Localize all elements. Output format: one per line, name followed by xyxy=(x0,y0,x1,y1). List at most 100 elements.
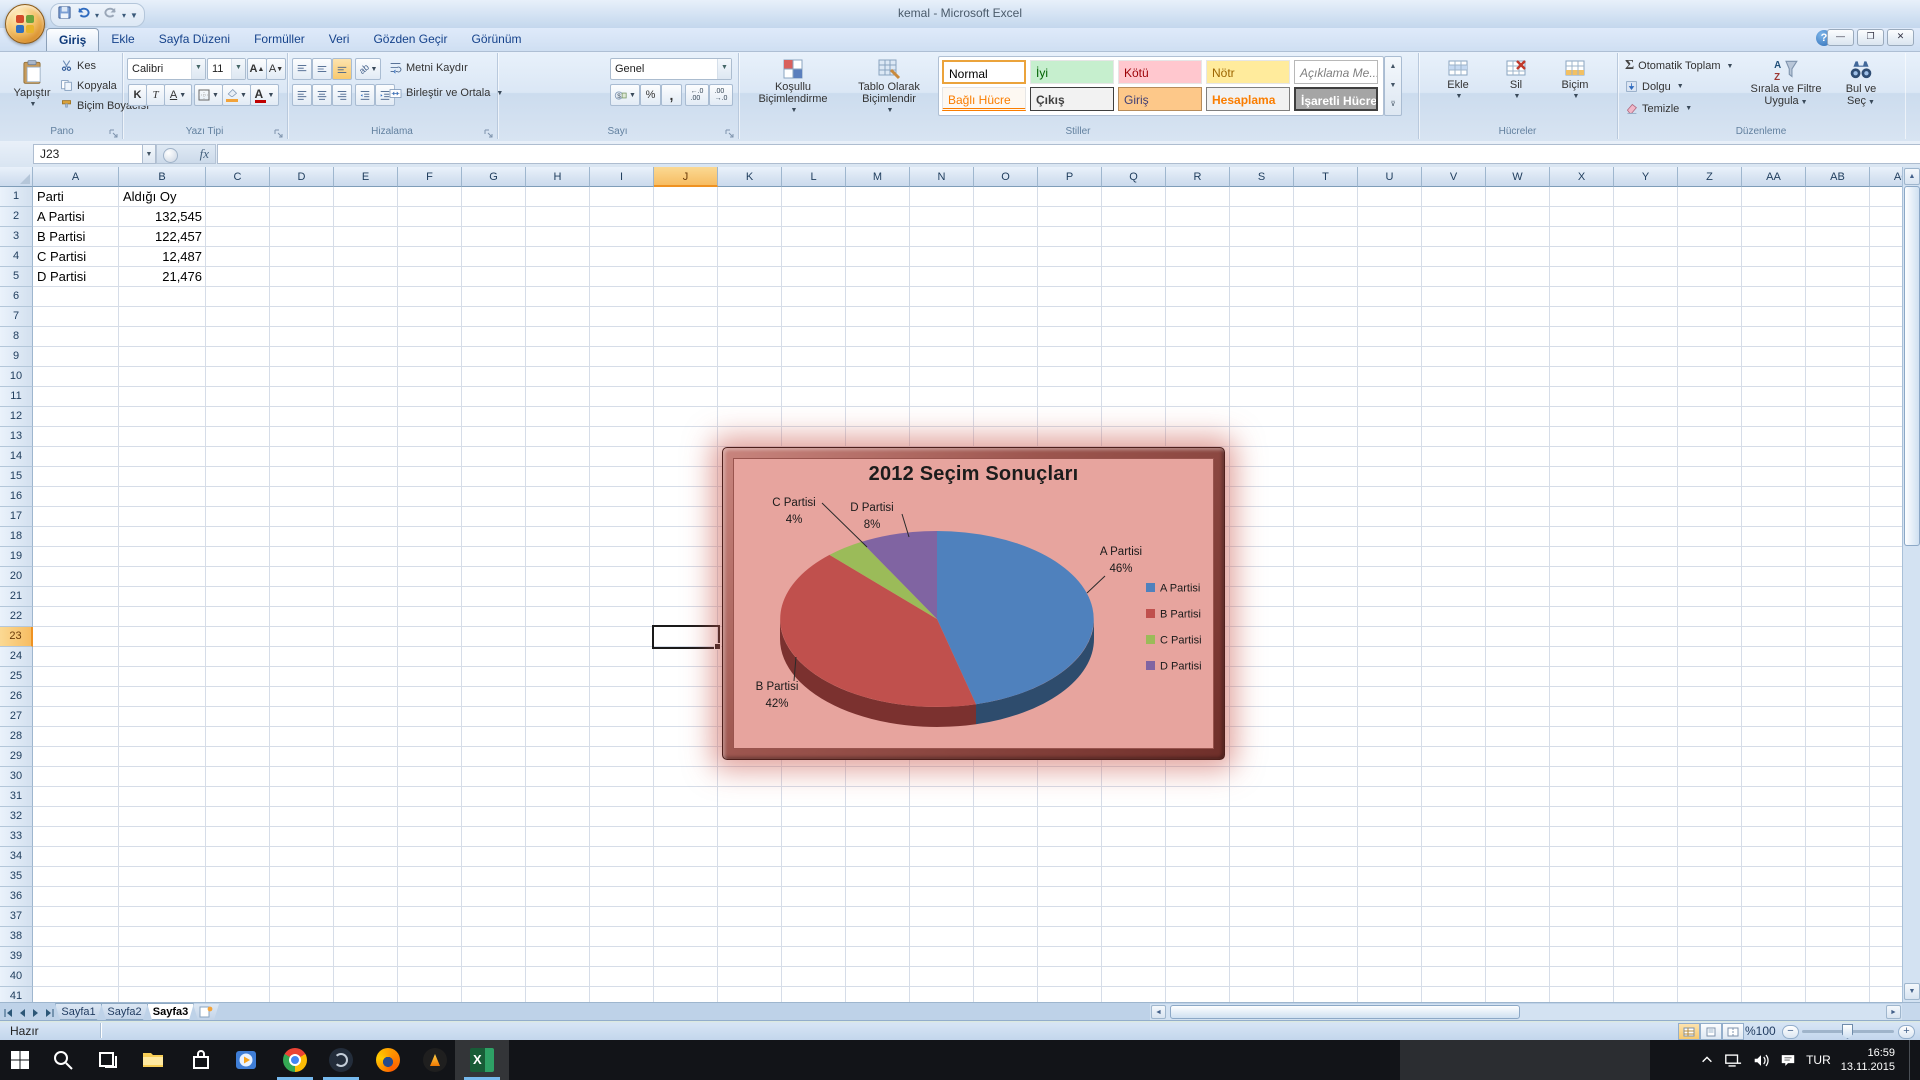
row-header-37[interactable]: 37 xyxy=(0,907,33,927)
redo-dropdown-icon[interactable]: ▾ xyxy=(122,11,126,20)
taskbar-store-icon[interactable] xyxy=(189,1048,213,1072)
borders-button[interactable]: ▼ xyxy=(194,84,223,106)
row-header-3[interactable]: 3 xyxy=(0,227,33,247)
decrease-indent-button[interactable] xyxy=(355,84,375,106)
taskbar-aimp-icon[interactable] xyxy=(423,1048,447,1072)
grow-font-button[interactable]: A▲ xyxy=(247,58,267,80)
accounting-format-button[interactable]: $ ▼ xyxy=(610,84,640,106)
column-header-L[interactable]: L xyxy=(782,167,846,187)
increase-decimal-button[interactable]: ←.0.00 xyxy=(685,84,709,106)
column-header-AB[interactable]: AB xyxy=(1806,167,1870,187)
scroll-up-icon[interactable]: ▲ xyxy=(1904,168,1920,185)
save-icon[interactable] xyxy=(57,5,72,25)
tab-veri[interactable]: Veri xyxy=(317,28,362,51)
align-left-button[interactable] xyxy=(292,84,312,106)
column-header-C[interactable]: C xyxy=(206,167,270,187)
row-header-31[interactable]: 31 xyxy=(0,787,33,807)
format-cells-button[interactable]: Biçim ▼ xyxy=(1546,56,1604,122)
column-header-V[interactable]: V xyxy=(1422,167,1486,187)
insert-sheet-button[interactable] xyxy=(193,1004,219,1020)
italic-button[interactable]: T xyxy=(146,84,165,106)
align-center-button[interactable] xyxy=(312,84,332,106)
row-header-14[interactable]: 14 xyxy=(0,447,33,467)
data-cell-B5[interactable]: 21,476 xyxy=(119,267,206,287)
row-header-23[interactable]: 23 xyxy=(0,627,33,647)
select-all-corner[interactable] xyxy=(0,167,33,187)
last-sheet-icon[interactable] xyxy=(44,1005,56,1018)
tab-giriş[interactable]: Giriş xyxy=(46,28,99,51)
row-header-4[interactable]: 4 xyxy=(0,247,33,267)
row-header-26[interactable]: 26 xyxy=(0,687,33,707)
row-header-28[interactable]: 28 xyxy=(0,727,33,747)
row-header-36[interactable]: 36 xyxy=(0,887,33,907)
normal-view-icon[interactable] xyxy=(1678,1023,1700,1040)
clear-button[interactable]: Temizle ▼ xyxy=(1625,102,1692,115)
cell-style-Normal[interactable]: Normal xyxy=(942,60,1026,84)
scroll-left-icon[interactable]: ◄ xyxy=(1151,1005,1166,1019)
row-header-10[interactable]: 10 xyxy=(0,367,33,387)
number-format-select[interactable]: Genel ▼ xyxy=(610,58,732,80)
copy-button[interactable]: Kopyala xyxy=(60,79,117,92)
underline-button[interactable]: A▼ xyxy=(164,84,192,106)
scroll-down-icon[interactable]: ▼ xyxy=(1904,983,1920,1000)
fill-color-button[interactable]: ▼ xyxy=(222,84,251,106)
tab-gözden-geçir[interactable]: Gözden Geçir xyxy=(361,28,459,51)
row-header-18[interactable]: 18 xyxy=(0,527,33,547)
taskbar-media-player-icon[interactable] xyxy=(234,1048,258,1072)
taskbar-task-view-icon[interactable] xyxy=(96,1048,120,1072)
decrease-decimal-button[interactable]: .00→.0 xyxy=(709,84,733,106)
column-header-H[interactable]: H xyxy=(526,167,590,187)
cell-style-Hesaplama[interactable]: Hesaplama xyxy=(1206,87,1290,111)
cut-button[interactable]: Kes xyxy=(60,59,96,72)
row-header-11[interactable]: 11 xyxy=(0,387,33,407)
message-icon[interactable] xyxy=(1780,1053,1796,1068)
column-header-U[interactable]: U xyxy=(1358,167,1422,187)
taskbar-file-explorer-icon[interactable] xyxy=(141,1048,165,1072)
row-header-27[interactable]: 27 xyxy=(0,707,33,727)
fx-icon[interactable]: fx xyxy=(200,146,209,162)
column-header-Q[interactable]: Q xyxy=(1102,167,1166,187)
clock[interactable]: 16:59 13.11.2015 xyxy=(1841,1046,1895,1074)
column-header-A[interactable]: A xyxy=(33,167,119,187)
taskbar-excel-icon[interactable]: X xyxy=(470,1048,494,1072)
cell-style-Bağlı Hücre[interactable]: Bağlı Hücre xyxy=(942,87,1026,111)
conditional-formatting-button[interactable]: Koşullu Biçimlendirme ▼ xyxy=(746,56,840,122)
font-size-select[interactable]: 11 ▼ xyxy=(207,58,246,80)
sheet-tab-Sayfa1[interactable]: Sayfa1 xyxy=(55,1003,102,1020)
data-cell-A3[interactable]: B Partisi xyxy=(33,227,119,247)
vertical-scroll-thumb[interactable] xyxy=(1904,186,1920,546)
taskbar-chrome-icon[interactable] xyxy=(283,1048,307,1072)
column-header-E[interactable]: E xyxy=(334,167,398,187)
align-top-button[interactable] xyxy=(292,58,312,80)
row-header-9[interactable]: 9 xyxy=(0,347,33,367)
row-header-6[interactable]: 6 xyxy=(0,287,33,307)
data-cell-A2[interactable]: A Partisi xyxy=(33,207,119,227)
name-box-dropdown-icon[interactable]: ▼ xyxy=(142,144,156,164)
horizontal-scrollbar[interactable]: ◄ ► xyxy=(1150,1004,1902,1020)
taskbar-firefox-icon[interactable] xyxy=(376,1048,400,1072)
horizontal-scroll-thumb[interactable] xyxy=(1170,1005,1520,1019)
office-button[interactable] xyxy=(5,4,45,44)
close-icon[interactable]: ✕ xyxy=(1887,29,1914,46)
bold-button[interactable]: K xyxy=(128,84,147,106)
row-header-29[interactable]: 29 xyxy=(0,747,33,767)
row-header-7[interactable]: 7 xyxy=(0,307,33,327)
row-header-22[interactable]: 22 xyxy=(0,607,33,627)
zoom-slider-thumb[interactable] xyxy=(1842,1024,1853,1039)
clipboard-dialog-launcher-icon[interactable] xyxy=(109,126,119,136)
column-header-K[interactable]: K xyxy=(718,167,782,187)
row-header-30[interactable]: 30 xyxy=(0,767,33,787)
cell-style-Çıkış[interactable]: Çıkış xyxy=(1030,87,1114,111)
cell-style-Giriş[interactable]: Giriş xyxy=(1118,87,1202,111)
data-cell-B1[interactable]: Aldığı Oy xyxy=(119,187,206,207)
row-header-34[interactable]: 34 xyxy=(0,847,33,867)
align-bottom-button[interactable] xyxy=(332,58,352,80)
data-cell-B4[interactable]: 12,487 xyxy=(119,247,206,267)
data-cell-B3[interactable]: 122,457 xyxy=(119,227,206,247)
formula-input[interactable] xyxy=(217,144,1920,164)
fill-button[interactable]: Dolgu ▼ xyxy=(1625,80,1684,93)
font-family-select[interactable]: Calibri ▼ xyxy=(127,58,206,80)
row-header-32[interactable]: 32 xyxy=(0,807,33,827)
taskbar-search-icon[interactable] xyxy=(51,1048,75,1072)
network-icon[interactable] xyxy=(1724,1053,1742,1068)
